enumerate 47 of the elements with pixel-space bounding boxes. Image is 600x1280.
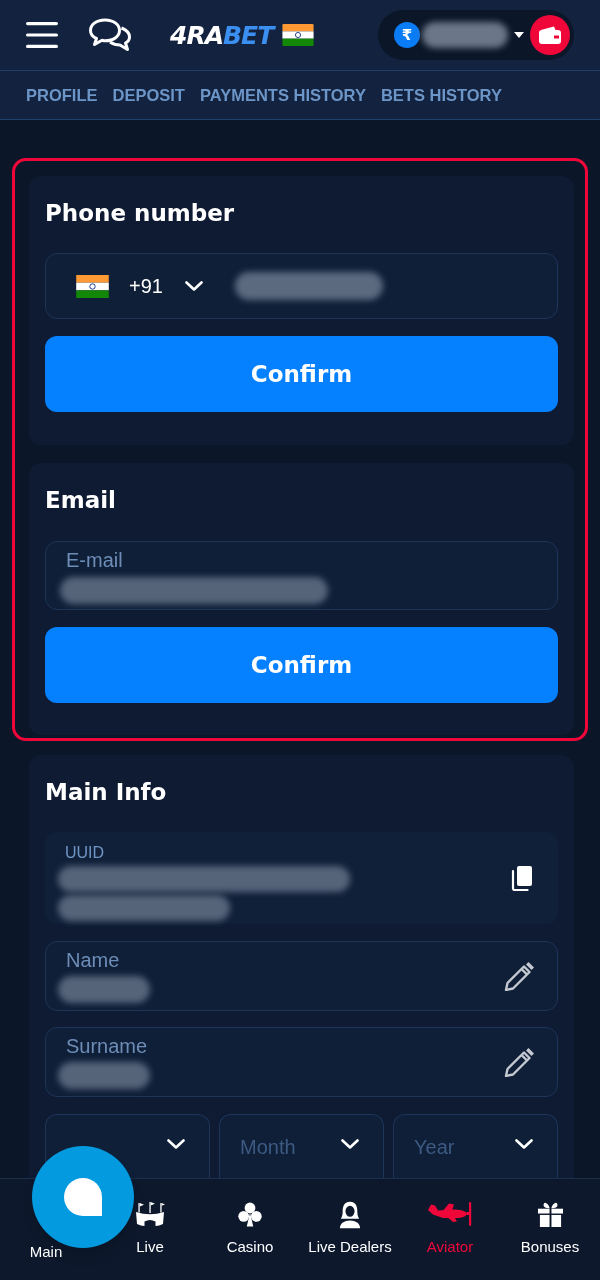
text-field[interactable]: Name — [45, 941, 558, 1011]
field-label: Name — [66, 948, 120, 972]
pencil-icon[interactable] — [503, 1047, 535, 1077]
wallet-icon — [539, 26, 561, 44]
person-icon — [339, 1199, 361, 1229]
chevron-down-icon[interactable] — [167, 1138, 185, 1149]
airplane-icon — [427, 1201, 473, 1227]
chevron-down-icon[interactable] — [341, 1138, 359, 1149]
nav-tab[interactable]: Aviator — [426, 1199, 474, 1255]
chevron-down-icon[interactable] — [184, 281, 203, 291]
flag-icon — [76, 274, 109, 298]
field-label: UUID — [65, 843, 105, 863]
country-code[interactable]: +91 — [129, 271, 163, 301]
section-title: Phone number — [45, 199, 236, 227]
brand-logo[interactable]: 4RABET — [170, 22, 274, 48]
section-title: Main Info — [45, 778, 168, 806]
nav-tab[interactable]: Casino — [226, 1199, 274, 1255]
nav-tab[interactable]: Live — [135, 1199, 165, 1255]
balance-pill[interactable]: ₹ — [378, 10, 574, 60]
flag-icon — [281, 24, 316, 46]
menu-icon[interactable] — [26, 22, 58, 48]
caret-down-icon[interactable] — [514, 32, 524, 38]
gift-icon — [536, 1201, 564, 1227]
confirm-button[interactable]: Confirm — [45, 336, 558, 412]
nav-tab[interactable]: Live Dealers — [308, 1199, 392, 1255]
currency-badge: ₹ — [394, 22, 420, 48]
phone-field[interactable]: +91 — [45, 253, 558, 319]
confirm-button[interactable]: Confirm — [45, 627, 558, 703]
menu-tab[interactable]: PAYMENTS HISTORY — [199, 82, 366, 108]
chevron-down-icon[interactable] — [515, 1138, 533, 1149]
field-label: E-mail — [66, 548, 123, 572]
nav-tab[interactable]: Main — [29, 1244, 63, 1259]
section-title: Email — [45, 486, 117, 514]
menu-tab[interactable]: DEPOSIT — [112, 82, 185, 108]
wallet-button[interactable] — [530, 15, 570, 55]
nav-tab[interactable]: Bonuses — [520, 1199, 580, 1255]
field-label: Surname — [66, 1034, 148, 1058]
club-icon — [237, 1201, 263, 1227]
stadium-icon — [135, 1201, 165, 1227]
menu-tab[interactable]: BETS HISTORY — [380, 82, 502, 108]
pencil-icon[interactable] — [503, 961, 535, 991]
email-field[interactable]: E-mail — [45, 541, 558, 610]
text-field[interactable]: Surname — [45, 1027, 558, 1097]
chat-bubble-icon — [64, 1178, 102, 1216]
copy-icon[interactable] — [511, 865, 533, 891]
menu-tab[interactable]: PROFILE — [26, 82, 98, 108]
chat-icon[interactable] — [88, 17, 132, 53]
